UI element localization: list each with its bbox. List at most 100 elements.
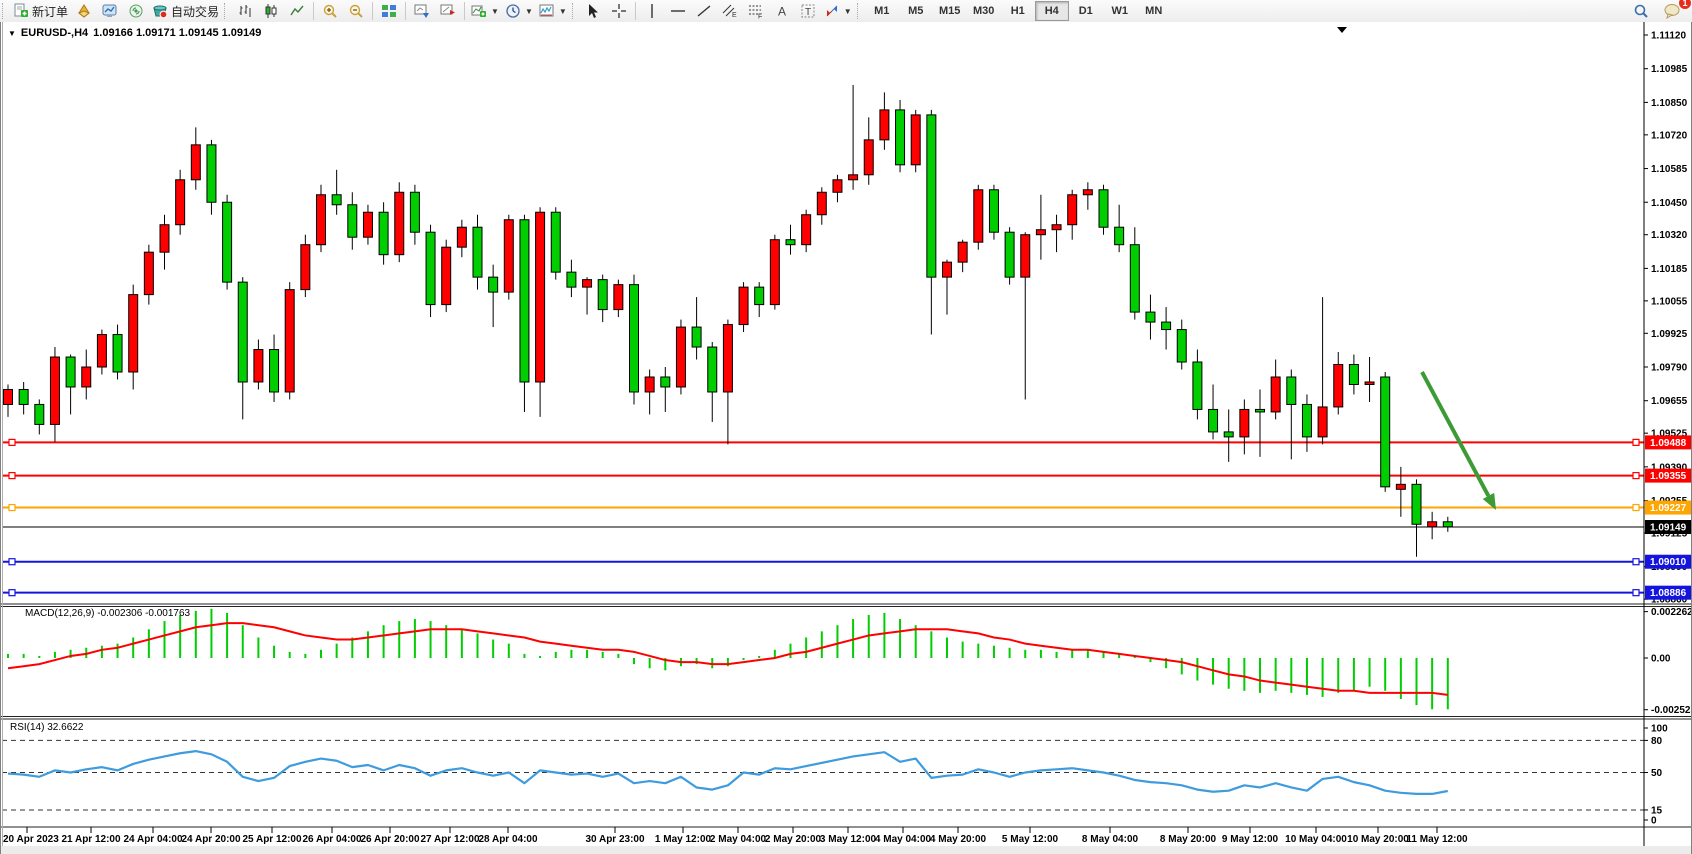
horizontal-line-icon bbox=[670, 3, 686, 19]
indicators-icon bbox=[471, 3, 487, 19]
svg-text:26 Apr 04:00: 26 Apr 04:00 bbox=[302, 834, 362, 845]
symbol-dropdown-icon[interactable]: ▼ bbox=[8, 29, 16, 38]
toolbar-separator bbox=[464, 2, 465, 20]
svg-text:E: E bbox=[732, 12, 737, 19]
timeframe-mn-button[interactable]: MN bbox=[1137, 1, 1171, 21]
toolbar-separator bbox=[313, 2, 314, 20]
svg-text:1.10055: 1.10055 bbox=[1651, 296, 1688, 307]
svg-text:1.09655: 1.09655 bbox=[1651, 396, 1688, 407]
toolbar-separator bbox=[635, 2, 636, 20]
chevron-down-icon: ▼ bbox=[491, 7, 499, 16]
chart-window[interactable]: 1.111201.109851.108501.107201.105851.104… bbox=[0, 22, 1692, 854]
price-tag-support-1: 1.09010 bbox=[1645, 555, 1691, 569]
channel-tool-button[interactable]: E bbox=[717, 0, 743, 22]
svg-text:2 May 20:00: 2 May 20:00 bbox=[765, 834, 822, 845]
svg-text:1.09925: 1.09925 bbox=[1651, 329, 1688, 340]
arrows-tool-button[interactable]: ▼ bbox=[821, 0, 855, 22]
templates-button[interactable]: ▼ bbox=[536, 0, 570, 22]
svg-text:1.09010: 1.09010 bbox=[1650, 557, 1687, 568]
svg-text:10 May 04:00: 10 May 04:00 bbox=[1285, 834, 1347, 845]
price-tag-resistance-2: 1.09355 bbox=[1645, 469, 1691, 483]
timeframe-h1-button[interactable]: H1 bbox=[1001, 1, 1035, 21]
svg-text:24 Apr 20:00: 24 Apr 20:00 bbox=[181, 834, 241, 845]
auto-arrange-icon bbox=[414, 3, 430, 19]
signal-button[interactable] bbox=[123, 0, 149, 22]
signal-icon bbox=[128, 3, 144, 19]
styler-button[interactable] bbox=[71, 0, 97, 22]
svg-text:28 Apr 04:00: 28 Apr 04:00 bbox=[478, 834, 538, 845]
toolbar-separator bbox=[372, 2, 373, 20]
toolbar-grip bbox=[2, 3, 7, 19]
price-tag-resistance-1: 1.09488 bbox=[1645, 435, 1691, 449]
svg-text:8 May 04:00: 8 May 04:00 bbox=[1082, 834, 1139, 845]
price-tag-current: 1.09149 bbox=[1645, 520, 1691, 534]
toolbar-grip bbox=[857, 3, 862, 19]
cursor-icon bbox=[585, 3, 601, 19]
svg-text:1 May 12:00: 1 May 12:00 bbox=[655, 834, 712, 845]
svg-text:11 May 12:00: 11 May 12:00 bbox=[1406, 834, 1468, 845]
timeframe-d1-button[interactable]: D1 bbox=[1069, 1, 1103, 21]
candlestick-chart-button[interactable] bbox=[258, 0, 284, 22]
svg-text:1.10985: 1.10985 bbox=[1651, 64, 1688, 75]
horizontal-line-tool-button[interactable] bbox=[665, 0, 691, 22]
svg-text:1.09790: 1.09790 bbox=[1651, 363, 1688, 374]
svg-text:1.10185: 1.10185 bbox=[1651, 264, 1688, 275]
chart-canvas[interactable]: 1.111201.109851.108501.107201.105851.104… bbox=[0, 22, 1692, 854]
svg-text:2 May 04:00: 2 May 04:00 bbox=[710, 834, 767, 845]
bar-chart-icon bbox=[237, 3, 253, 19]
label-tool-button[interactable]: T bbox=[795, 0, 821, 22]
svg-text:24 Apr 04:00: 24 Apr 04:00 bbox=[123, 834, 183, 845]
new-order-label: 新订单 bbox=[32, 3, 68, 20]
chart-shift-button[interactable] bbox=[435, 0, 461, 22]
svg-text:T: T bbox=[805, 7, 811, 18]
bar-chart-button[interactable] bbox=[232, 0, 258, 22]
timeframe-m30-button[interactable]: M30 bbox=[967, 1, 1001, 21]
timeframe-group: M1M5M15M30H1H4D1W1MN bbox=[865, 1, 1171, 21]
svg-text:1.10320: 1.10320 bbox=[1651, 230, 1688, 241]
line-chart-button[interactable] bbox=[284, 0, 310, 22]
vertical-line-tool-button[interactable] bbox=[639, 0, 665, 22]
new-order-button[interactable]: 新订单 bbox=[10, 0, 71, 22]
text-tool-button[interactable]: A bbox=[769, 0, 795, 22]
fibonacci-tool-button[interactable]: F bbox=[743, 0, 769, 22]
cursor-tool-button[interactable] bbox=[580, 0, 606, 22]
market-watch-button[interactable] bbox=[97, 0, 123, 22]
svg-text:8 May 20:00: 8 May 20:00 bbox=[1160, 834, 1217, 845]
svg-text:4 May 04:00: 4 May 04:00 bbox=[875, 834, 932, 845]
auto-arrange-button[interactable] bbox=[409, 0, 435, 22]
zoom-in-button[interactable] bbox=[317, 0, 343, 22]
line-chart-icon bbox=[289, 3, 305, 19]
toolbar-grip bbox=[224, 3, 229, 19]
svg-text:0.002262: 0.002262 bbox=[1651, 607, 1692, 618]
svg-text:100: 100 bbox=[1651, 724, 1668, 735]
rsi-indicator-label: RSI(14) 32.6622 bbox=[10, 722, 83, 733]
trendline-tool-button[interactable] bbox=[691, 0, 717, 22]
autotrade-button[interactable]: 自动交易 bbox=[149, 0, 222, 22]
timeframe-m1-button[interactable]: M1 bbox=[865, 1, 899, 21]
svg-text:25 Apr 12:00: 25 Apr 12:00 bbox=[242, 834, 302, 845]
search-button[interactable] bbox=[1628, 0, 1654, 22]
symbol-name: EURUSD-,H4 bbox=[21, 27, 88, 39]
svg-text:1.09149: 1.09149 bbox=[1650, 523, 1687, 534]
svg-text:9 May 12:00: 9 May 12:00 bbox=[1222, 834, 1279, 845]
svg-text:1.10450: 1.10450 bbox=[1651, 198, 1688, 209]
svg-text:1.08886: 1.08886 bbox=[1650, 588, 1687, 599]
svg-text:-0.002523: -0.002523 bbox=[1651, 705, 1692, 716]
search-icon bbox=[1633, 3, 1649, 19]
timeframe-m5-button[interactable]: M5 bbox=[899, 1, 933, 21]
timeframe-h4-button[interactable]: H4 bbox=[1035, 1, 1069, 21]
periods-button[interactable]: ▼ bbox=[502, 0, 536, 22]
tile-windows-button[interactable] bbox=[376, 0, 402, 22]
chevron-down-icon: ▼ bbox=[844, 7, 852, 16]
timeframe-w1-button[interactable]: W1 bbox=[1103, 1, 1137, 21]
crosshair-tool-button[interactable] bbox=[606, 0, 632, 22]
toolbar: 新订单 自动交易 bbox=[0, 0, 1692, 23]
timeframe-m15-button[interactable]: M15 bbox=[933, 1, 967, 21]
toolbar-grip bbox=[572, 3, 577, 19]
zoom-out-button[interactable] bbox=[343, 0, 369, 22]
autotrade-icon bbox=[152, 3, 168, 19]
autotrade-label: 自动交易 bbox=[171, 3, 219, 20]
tile-windows-icon bbox=[381, 3, 397, 19]
indicators-button[interactable]: ▼ bbox=[468, 0, 502, 22]
community-button[interactable]: 1 bbox=[1660, 0, 1686, 22]
